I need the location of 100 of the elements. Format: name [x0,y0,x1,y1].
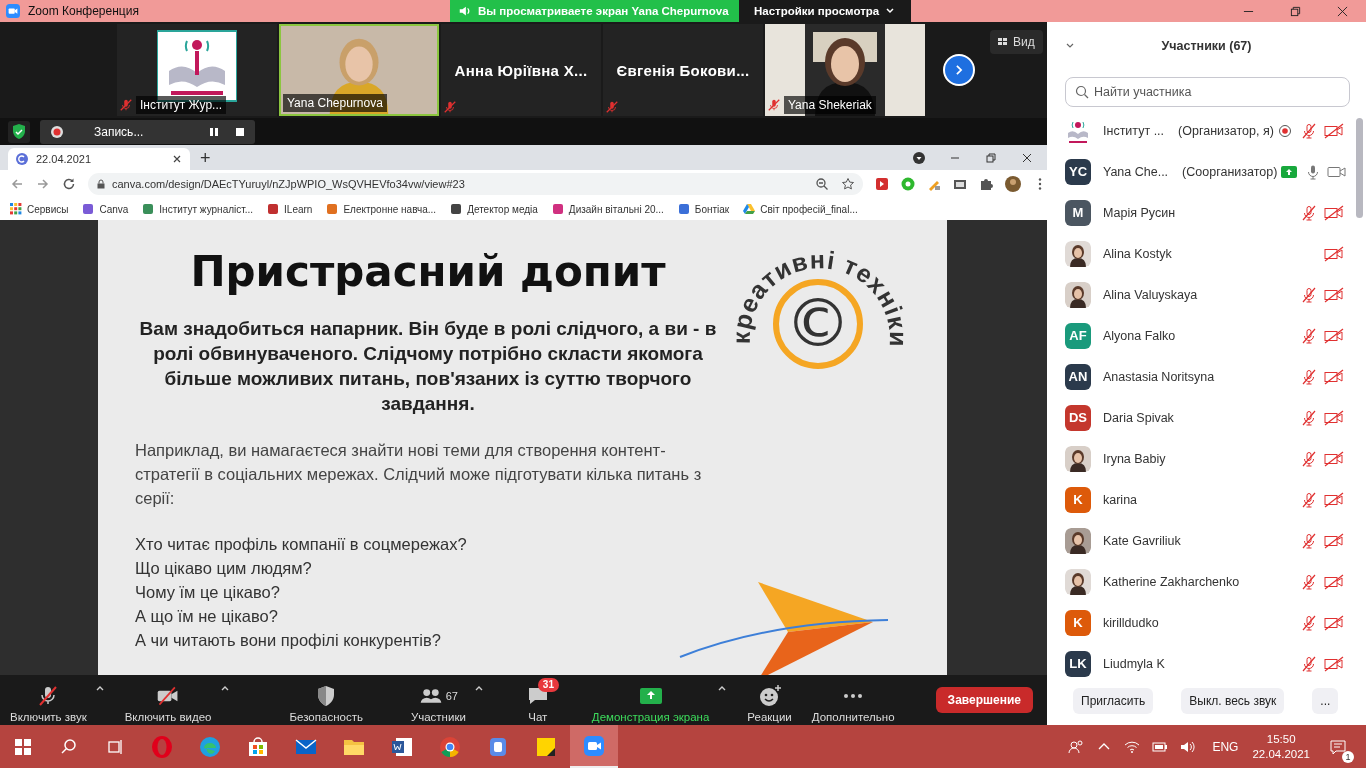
pause-icon[interactable] [209,126,219,137]
share-button[interactable]: Демонстрация экрана [587,676,714,724]
bookmark[interactable]: Canva [82,203,129,215]
muted-mic-icon[interactable] [1301,286,1317,303]
camera-off-icon[interactable] [1324,368,1344,385]
participant-row[interactable]: M Марія Русин [1047,192,1356,233]
muted-mic-icon[interactable] [1301,122,1317,139]
extension-icon[interactable] [875,177,889,191]
muted-mic-icon[interactable] [1301,204,1317,221]
muted-mic-icon[interactable] [1301,450,1317,467]
participant-row[interactable]: Інститут ... (Организатор, я) [1047,110,1356,151]
end-meeting-button[interactable]: Завершение [935,687,1033,713]
camera-off-icon[interactable] [1324,327,1344,344]
muted-mic-icon[interactable] [1301,573,1317,590]
zoom-out-icon[interactable] [815,177,829,191]
view-button[interactable]: Вид [990,30,1043,54]
participant-row[interactable]: AF Alyona Falko [1047,315,1356,356]
close-icon[interactable] [172,154,182,164]
input-language[interactable]: ENG [1212,739,1239,754]
participant-name: Євгенія Бокови... [616,61,750,79]
bookmark[interactable]: Сервисы [10,203,69,215]
muted-mic-icon[interactable] [1301,491,1317,508]
chat-button[interactable]: 31 Чат [511,676,564,724]
restore-icon[interactable] [985,151,997,164]
participant-row[interactable]: Alina Kostyk [1047,233,1356,274]
camera-off-icon[interactable] [1324,655,1344,672]
forward-arrow-icon[interactable] [36,177,50,191]
panel-button[interactable]: Пригласить [1073,688,1154,714]
participants-button[interactable]: 67 Участники [406,676,470,724]
bookmark[interactable]: Інститут журналіст... [142,203,254,215]
participant-name: Alyona Falko [1103,328,1176,343]
camera-off-icon[interactable] [1324,122,1344,139]
video-tile[interactable]: Yana Chepurnova [279,24,439,116]
camera-off-icon[interactable] [1324,286,1344,303]
muted-mic-icon[interactable] [1301,327,1317,344]
participant-row[interactable]: Alina Valuyskaya [1047,274,1356,315]
new-tab-button[interactable]: + [200,148,211,168]
clock-time[interactable]: 15:50 [1266,731,1296,747]
video-tile[interactable]: Інститут Жур... [117,24,277,116]
address-bar[interactable]: canva.com/design/DAEcTYuruyl/nZJpWPIO_WsQVHEVfo34vw/view#23 [88,173,863,195]
participant-row[interactable]: DS Daria Spivak [1047,397,1356,438]
reactions-button[interactable]: Реакции [743,676,796,724]
bookmark[interactable]: Детектор медіа [450,203,538,215]
video-tile[interactable]: Анна Юріївна Х... [441,24,601,116]
view-options-button[interactable]: Настройки просмотра [738,0,911,22]
star-icon[interactable] [841,177,855,191]
participant-row[interactable]: K kirilldudko [1047,602,1356,643]
camera-off-icon[interactable] [1324,532,1344,549]
camera-off-icon[interactable] [1324,245,1344,262]
people-icon[interactable] [1068,738,1085,755]
muted-mic-icon[interactable] [1301,655,1317,672]
search-field[interactable]: Найти участника [1065,77,1350,107]
mic-button[interactable]: Включить звук [6,676,91,724]
participant-row[interactable]: Katherine Zakharchenko [1047,561,1356,602]
clock-date[interactable]: 22.04.2021 [1252,746,1310,762]
muted-mic-icon[interactable] [1301,532,1317,549]
more-button[interactable]: Дополнительно [807,676,899,724]
video-tile[interactable]: Євгенія Бокови... [603,24,763,116]
next-page-button[interactable] [943,54,975,86]
profile-avatar-icon[interactable] [1005,176,1021,192]
participant-row[interactable]: Kate Gavriliuk [1047,520,1356,561]
back-arrow-icon[interactable] [10,177,24,191]
panel-button[interactable]: ... [1312,688,1339,714]
camera-off-icon[interactable] [1324,409,1344,426]
camera-off-icon[interactable] [1324,491,1344,508]
stop-icon[interactable] [235,126,245,137]
triangle-logo-icon [743,203,756,215]
close-icon[interactable] [1021,151,1033,164]
bookmark[interactable]: Бонтіак [677,203,730,215]
site-icon [142,203,155,215]
participant-row[interactable]: LK Liudmyla K [1047,643,1356,677]
question-text: А що їм не цікаво? [135,606,279,627]
browser-tab[interactable]: 22.04.2021 [8,148,190,170]
video-button[interactable]: Включить видео [120,676,216,724]
reload-icon[interactable] [62,177,76,191]
bookmark[interactable]: Електронне навча... [326,203,437,215]
muted-mic-icon[interactable] [1301,368,1317,385]
muted-mic-icon[interactable] [1301,614,1317,631]
bookmark[interactable]: Світ професій_final... [743,203,858,215]
recording-label: Запись... [94,124,145,139]
panel-button[interactable]: Выкл. весь звук [1181,688,1285,714]
camera-off-icon[interactable] [1324,614,1344,631]
participant-row[interactable]: YC Yana Che... (Соорганизатор) [1047,151,1356,192]
muted-mic-icon[interactable] [1301,409,1317,426]
scrollbar[interactable] [1356,118,1363,218]
camera-off-icon[interactable] [1324,204,1344,221]
participant-row[interactable]: Iryna Babiy [1047,438,1356,479]
bookmark[interactable]: ILearn [267,203,313,215]
taskbar-button[interactable] [570,725,618,768]
security-button[interactable]: Безопасность [285,676,367,724]
dropdown-icon[interactable] [913,151,925,164]
video-tile[interactable]: Yana Shekeriak [765,24,925,116]
notifications-icon[interactable] [1330,738,1346,755]
puzzle-icon[interactable] [979,177,993,191]
participant-row[interactable]: K karina [1047,479,1356,520]
camera-off-icon[interactable] [1324,450,1344,467]
participant-row[interactable]: AN Anastasia Noritsyna [1047,356,1356,397]
bookmark[interactable]: Дизайн вітальні 20... [551,203,664,215]
extension-icon[interactable] [953,177,967,191]
camera-off-icon[interactable] [1324,573,1344,590]
